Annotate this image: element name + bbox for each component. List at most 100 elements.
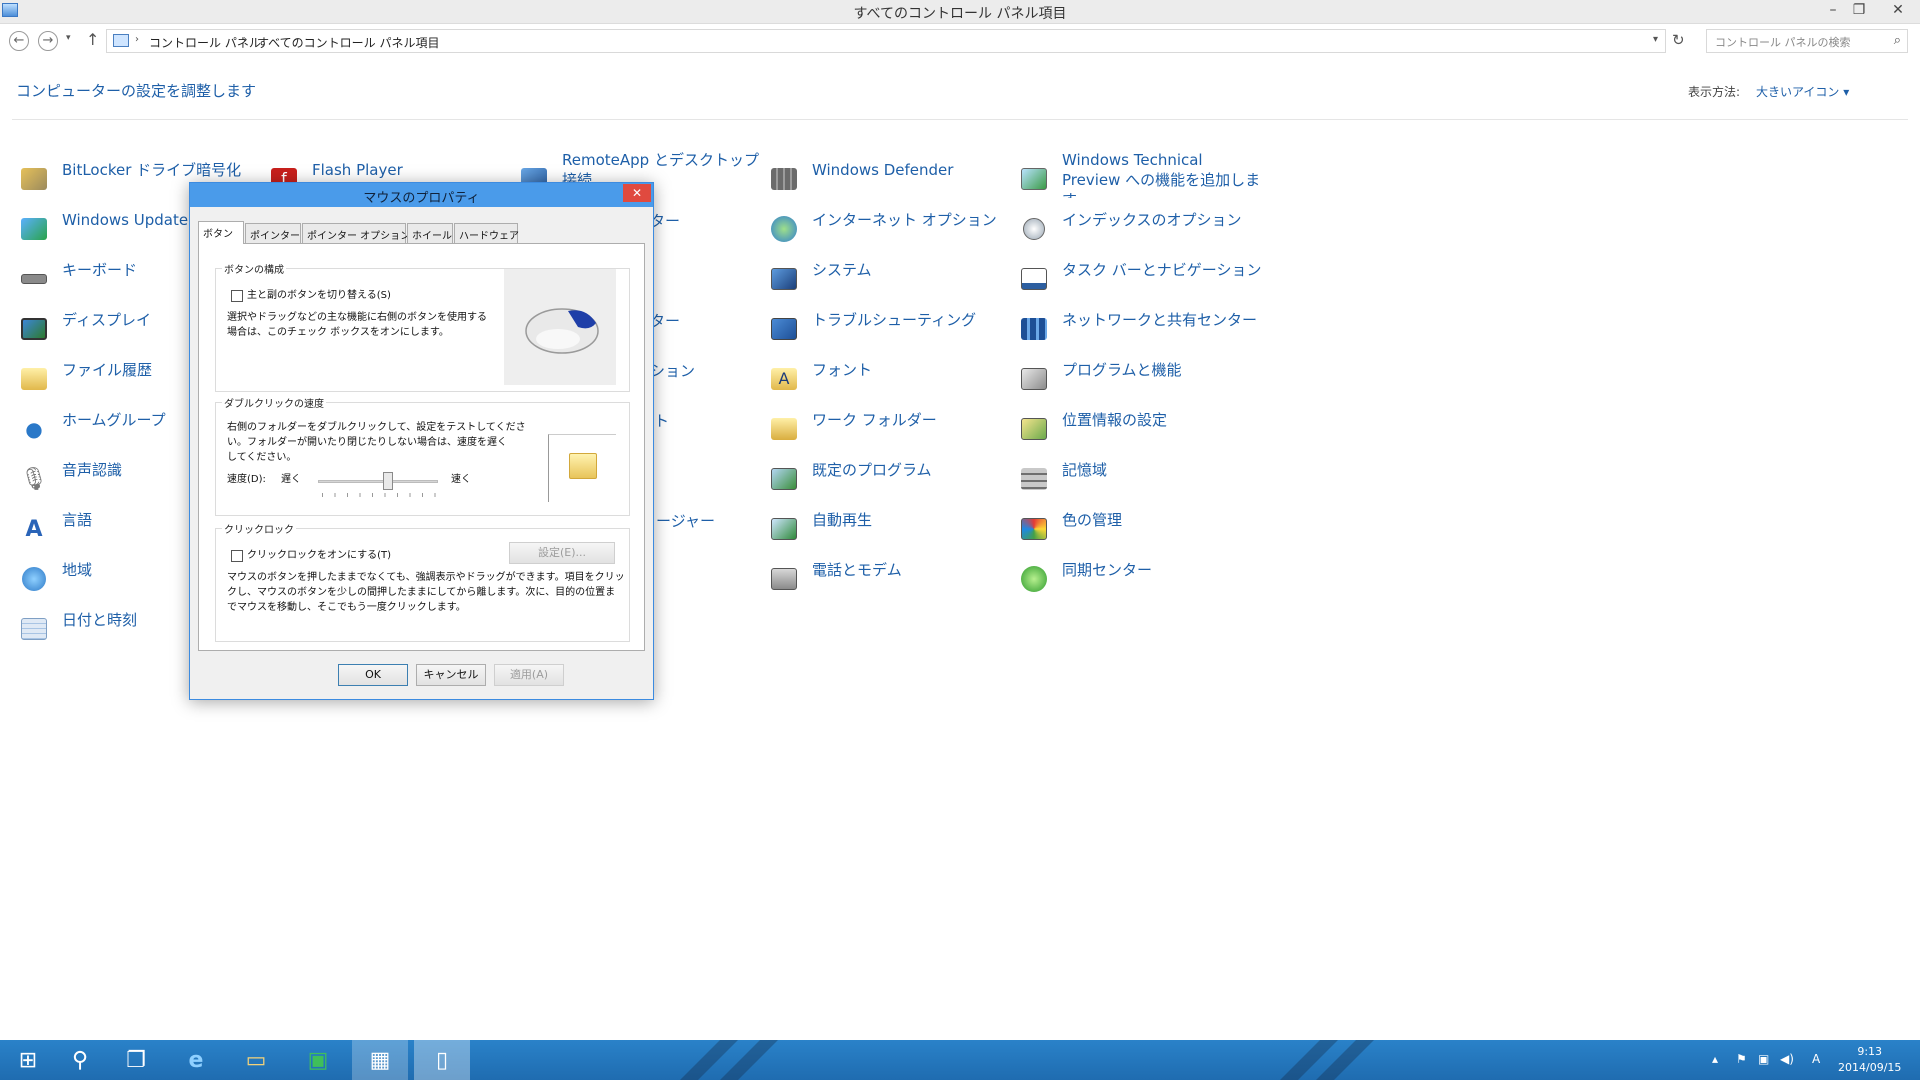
item-troubleshooting[interactable]: トラブルシューティング [768, 310, 1008, 350]
clock-date: 2014/09/15 [1838, 1061, 1902, 1074]
item-windows-defender[interactable]: Windows Defender [768, 160, 1008, 200]
item-internet-options[interactable]: インターネット オプション [768, 210, 1008, 250]
item-label: 電話とモデム [812, 561, 902, 579]
partial-item-label[interactable]: ージャー [656, 510, 715, 531]
item-label: ディスプレイ [62, 311, 151, 329]
tab-wheel[interactable]: ホイール [407, 223, 453, 243]
item-sync-center[interactable]: 同期センター [1018, 560, 1258, 600]
speed-label: 速度(D): [227, 474, 266, 485]
item-work-folders[interactable]: ワーク フォルダー [768, 410, 1008, 450]
item-programs-features[interactable]: プログラムと機能 [1018, 360, 1258, 400]
partial-item-label[interactable]: ト [654, 410, 669, 431]
search-input[interactable]: コントロール パネルの検索 ⌕ [1706, 29, 1908, 53]
double-click-speed-slider[interactable] [318, 480, 438, 483]
tab-buttons[interactable]: ボタン [198, 221, 244, 244]
switch-buttons-label[interactable]: 主と副のボタンを切り替える(S) [247, 288, 391, 303]
click-lock-settings-button[interactable]: 設定(E)... [509, 542, 615, 564]
troubleshoot-icon [768, 314, 800, 344]
group-title: ボタンの構成 [222, 261, 286, 276]
start-button[interactable]: ⊞ [0, 1040, 56, 1080]
item-label: Windows Defender [812, 161, 954, 179]
item-label: トラブルシューティング [812, 311, 977, 329]
up-button[interactable]: ↑ [86, 30, 99, 49]
item-color-management[interactable]: 色の管理 [1018, 510, 1258, 550]
fast-label: 速く [451, 474, 471, 485]
cancel-button[interactable]: キャンセル [416, 664, 486, 686]
folder-icon[interactable] [569, 453, 597, 479]
restore-button[interactable]: ❐ [1846, 0, 1872, 22]
ok-button[interactable]: OK [338, 664, 408, 686]
recent-locations-dropdown[interactable]: ▾ [66, 33, 71, 43]
search-icon[interactable]: ⌕ [1894, 33, 1901, 48]
control-panel-icon [113, 34, 129, 47]
click-lock-checkbox[interactable] [231, 550, 243, 562]
dialog-title-bar[interactable]: マウスのプロパティ ✕ [190, 183, 653, 207]
storage-icon [1018, 464, 1050, 494]
action-center-icon[interactable]: ⚑ [1736, 1052, 1747, 1066]
slider-thumb[interactable] [382, 472, 393, 490]
item-location-settings[interactable]: 位置情報の設定 [1018, 410, 1258, 450]
item-add-features[interactable]: Windows Technical Preview への機能を追加します [1018, 151, 1260, 200]
control-panel-taskbar-icon[interactable]: ▦ [352, 1040, 408, 1080]
item-system[interactable]: システム [768, 260, 1008, 300]
item-taskbar-navigation[interactable]: タスク バーとナビゲーション [1018, 260, 1261, 300]
double-click-desc: 右側のフォルダーをダブルクリックして、設定をテストしてくださ [227, 422, 526, 433]
store-icon[interactable]: ▣ [290, 1040, 346, 1080]
item-label: Flash Player [312, 161, 403, 179]
double-click-test-area[interactable] [548, 434, 616, 502]
breadcrumb-separator[interactable]: › [135, 34, 139, 45]
item-autoplay[interactable]: 自動再生 [768, 510, 1008, 550]
taskbar: ⊞ ⚲ ❐ e ▭ ▣ ▦ ▯ ▴ ⚑ ▣ ◀) A 9:13 2014/09/… [0, 1040, 1920, 1080]
address-history-dropdown[interactable]: ▾ [1653, 34, 1658, 45]
item-storage-spaces[interactable]: 記憶域 [1018, 460, 1258, 500]
network-tray-icon[interactable]: ▣ [1758, 1052, 1769, 1066]
button-config-desc: 選択やドラッグなどの主な機能に右側のボタンを使用する [227, 312, 487, 323]
item-label: 音声認識 [62, 461, 123, 479]
file-explorer-icon[interactable]: ▭ [228, 1040, 284, 1080]
language-icon: A [25, 516, 43, 542]
item-label: 日付と時刻 [62, 611, 138, 629]
tab-pointers[interactable]: ポインター [245, 223, 301, 243]
item-label: フォント [812, 361, 873, 379]
font-folder-icon: A [768, 364, 800, 394]
address-bar[interactable]: › コントロール パネル › すべてのコントロール パネル項目 ▾ [106, 29, 1666, 53]
task-view-button[interactable]: ❐ [108, 1040, 164, 1080]
close-window-button[interactable]: ✕ [1880, 0, 1916, 22]
breadcrumb-all-items[interactable]: すべてのコントロール パネル項目 [257, 34, 440, 51]
ime-indicator-icon[interactable]: A [1812, 1052, 1820, 1066]
switch-buttons-checkbox[interactable] [231, 290, 243, 302]
partial-item-label[interactable]: ター [650, 310, 680, 331]
group-title: ダブルクリックの速度 [222, 395, 326, 410]
view-by-dropdown[interactable]: 大きいアイコン ▾ [1756, 83, 1849, 100]
partial-item-label[interactable]: ション [650, 360, 695, 381]
internet-explorer-icon[interactable]: e [168, 1040, 224, 1080]
breadcrumb-separator[interactable]: › [243, 34, 247, 45]
partial-item-label[interactable]: ター [650, 210, 680, 231]
work-folder-icon [768, 414, 800, 444]
dialog-title: マウスのプロパティ [363, 191, 480, 206]
click-lock-desc: マウスのボタンを押したままでなくても、強調表示やドラッグができます。項目をクリッ [227, 572, 625, 583]
clock[interactable]: 9:13 2014/09/15 [1838, 1044, 1901, 1076]
item-phone-modem[interactable]: 電話とモデム [768, 560, 1008, 600]
back-button[interactable]: ← [9, 31, 29, 51]
show-hidden-icons[interactable]: ▴ [1712, 1052, 1718, 1066]
search-button[interactable]: ⚲ [52, 1040, 108, 1080]
keyboard-icon [18, 264, 50, 294]
divider [12, 119, 1908, 120]
click-lock-label[interactable]: クリックロックをオンにする(T) [247, 548, 391, 563]
tab-hardware[interactable]: ハードウェア [454, 223, 519, 243]
item-network-sharing[interactable]: ネットワークと共有センター [1018, 310, 1258, 350]
apply-button[interactable]: 適用(A) [494, 664, 564, 686]
forward-button[interactable]: → [38, 31, 58, 51]
notepad-taskbar-icon[interactable]: ▯ [414, 1040, 470, 1080]
volume-icon[interactable]: ◀) [1780, 1052, 1794, 1066]
item-indexing-options[interactable]: インデックスのオプション [1018, 210, 1258, 250]
dialog-close-button[interactable]: ✕ [623, 184, 651, 202]
minimize-button[interactable]: – [1820, 0, 1846, 22]
item-default-programs[interactable]: 既定のプログラム [768, 460, 1008, 500]
button-config-desc: 場合は、このチェック ボックスをオンにします。 [227, 327, 449, 338]
item-fonts[interactable]: A フォント [768, 360, 1008, 400]
tab-pointer-options[interactable]: ポインター オプション [302, 223, 410, 243]
refresh-button[interactable]: ↻ [1672, 31, 1685, 49]
item-label: プログラムと機能 [1062, 361, 1182, 379]
